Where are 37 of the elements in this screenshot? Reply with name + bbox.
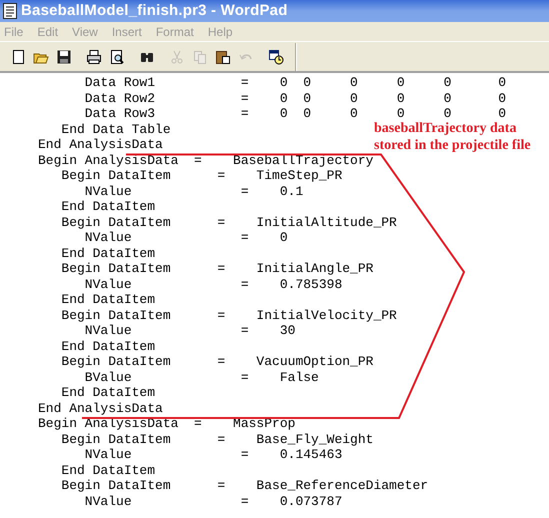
menu-item[interactable]: Help — [208, 22, 233, 40]
document-line: NValue = 0.073787 — [84, 494, 342, 509]
menu-item[interactable]: Insert — [112, 22, 142, 40]
document-line: End AnalysisData — [38, 137, 163, 152]
menu-item[interactable]: View — [72, 22, 98, 40]
document-line: NValue = 30 — [84, 323, 296, 338]
document-line: NValue = 0.1 — [84, 184, 304, 199]
document-line: End DataItem — [60, 246, 156, 261]
document-line: NValue = 0.145463 — [84, 447, 342, 462]
document-line: NValue = 0.785398 — [84, 276, 342, 292]
menu-item[interactable]: Format — [156, 22, 194, 40]
document-line: End DataItem — [60, 292, 156, 308]
menu-item[interactable]: File — [4, 22, 24, 40]
document-line: Data Row3 = 0 0 0 0 0 0 — [84, 106, 506, 122]
document-line: End DataItem — [60, 199, 156, 214]
document-line: Begin AnalysisData = MassProp — [38, 416, 296, 432]
document-line: NValue = 0 — [84, 230, 288, 246]
document-line: Data Row2 = 0 0 0 0 0 0 — [84, 90, 506, 106]
document-line: Begin DataItem = TimeStep_PR — [60, 168, 342, 184]
document-line: End DataItem — [60, 338, 156, 354]
document-line: Begin DataItem = InitialVelocity_PR — [60, 308, 397, 323]
document-line: End Data Table — [60, 122, 171, 137]
document-icon — [3, 3, 17, 19]
document-line: BValue = False — [84, 370, 319, 385]
document-line: Begin AnalysisData = BaseballTrajectory — [38, 152, 374, 168]
document-line: Begin DataItem = InitialAngle_PR — [60, 261, 374, 276]
document-line: Begin DataItem = Base_ReferenceDiameter — [60, 478, 428, 494]
document-line: Begin DataItem = InitialAltitude_PR — [60, 214, 397, 230]
window-title: BaseballModel_finish.pr3 - WordPad — [21, 0, 288, 21]
document-line: Data Row1 = 0 0 0 0 0 0 — [84, 75, 506, 90]
document-line: Begin DataItem = Base_Fly_Weight — [60, 432, 374, 447]
document-line: End DataItem — [60, 385, 156, 400]
document-line: End AnalysisData — [38, 400, 163, 416]
document-line: Begin DataItem = VacuumOption_PR — [60, 354, 374, 370]
annotation-text: baseballTrajectory data stored in the projectile file — [374, 120, 531, 154]
menu-item[interactable]: Edit — [37, 22, 58, 40]
document-line: End DataItem — [60, 462, 156, 478]
